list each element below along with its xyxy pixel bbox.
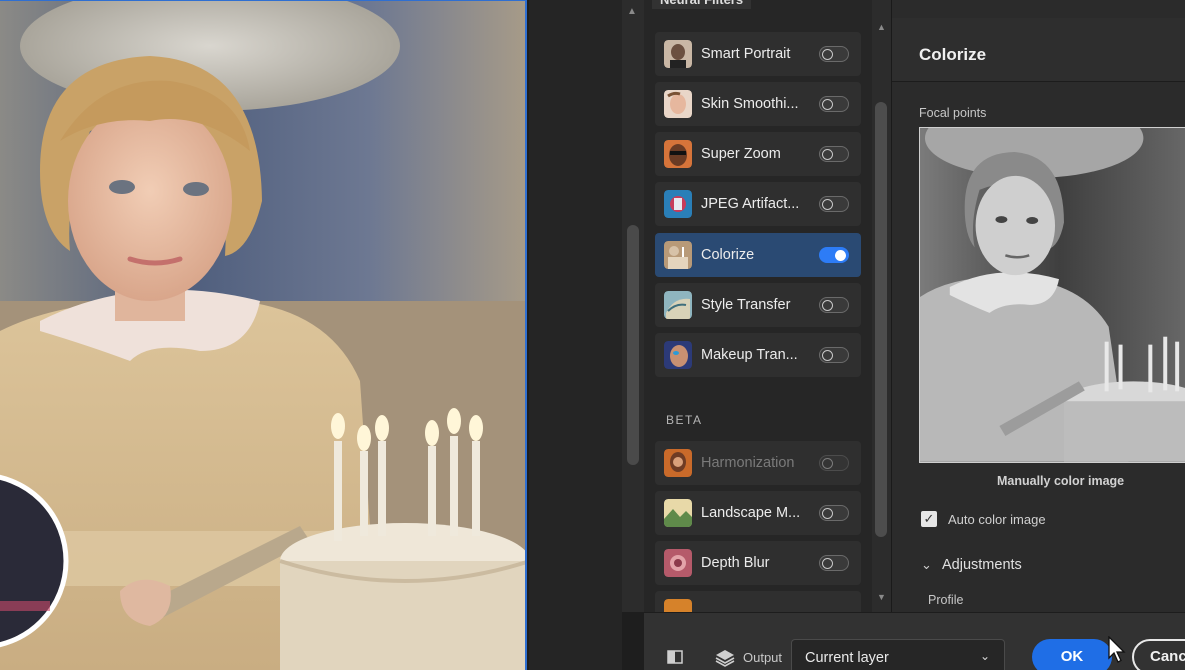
portrait-thumb-icon <box>664 40 692 68</box>
cancel-button[interactable]: Canc <box>1132 639 1185 670</box>
filter-toggle[interactable] <box>819 555 849 571</box>
auto-color-label[interactable]: Auto color image <box>948 512 1046 527</box>
filter-toggle[interactable] <box>819 196 849 212</box>
scroll-up-icon[interactable]: ▲ <box>877 22 886 32</box>
style-thumb-icon <box>664 291 692 319</box>
scroll-up-icon[interactable]: ▲ <box>627 6 637 17</box>
filter-item-colorize[interactable]: Colorize <box>655 233 861 277</box>
filter-toggle[interactable] <box>819 347 849 363</box>
filter-item-makeup-transfer[interactable]: Makeup Tran... <box>655 333 861 377</box>
manually-color-label[interactable]: Manually color image <box>997 474 1124 488</box>
depth-thumb-icon <box>664 549 692 577</box>
auto-color-checkbox[interactable]: ✓ <box>921 511 937 527</box>
skin-thumb-icon <box>664 90 692 118</box>
jpeg-thumb-icon <box>664 190 692 218</box>
colorize-thumb-icon <box>664 241 692 269</box>
scrollbar-thumb[interactable] <box>875 102 887 537</box>
focal-points-preview[interactable] <box>919 127 1185 463</box>
output-select-value: Current layer <box>805 650 889 666</box>
filter-item-style-transfer[interactable]: Style Transfer <box>655 283 861 327</box>
bottom-bar: Output Current layer ⌄ OK Canc <box>644 612 1185 670</box>
neural-filters-window: ▲ Smart Portrait Skin Smoothi... Super Z… <box>0 0 1185 670</box>
filter-item-partial[interactable] <box>655 591 861 612</box>
split-view-icon[interactable] <box>667 649 683 665</box>
chevron-down-icon[interactable]: ⌄ <box>921 557 932 573</box>
profile-label: Profile <box>928 593 964 607</box>
harmonization-thumb-icon <box>664 449 692 477</box>
partial-thumb-icon <box>664 599 692 612</box>
output-select[interactable]: Current layer ⌄ <box>791 639 1005 670</box>
filter-item-super-zoom[interactable]: Super Zoom <box>655 132 861 176</box>
filter-item-smart-portrait[interactable]: Smart Portrait <box>655 32 861 76</box>
filter-item-landscape-mixer[interactable]: Landscape M... <box>655 491 861 535</box>
filter-list: Smart Portrait Skin Smoothi... Super Zoo… <box>644 0 872 612</box>
filter-toggle[interactable] <box>819 46 849 62</box>
beta-heading: BETA <box>666 413 703 427</box>
output-label: Output <box>743 650 783 665</box>
focal-points-label: Focal points <box>919 106 987 120</box>
canvas-pasteboard <box>529 0 622 670</box>
layers-icon <box>715 650 735 667</box>
filter-label: Smart Portrait <box>701 46 791 62</box>
landscape-thumb-icon <box>664 499 692 527</box>
document-canvas[interactable] <box>0 0 527 670</box>
chevron-down-icon: ⌄ <box>979 649 990 663</box>
canvas-vertical-scrollbar[interactable]: ▲ <box>622 0 644 612</box>
filter-list-scrollbar[interactable]: ▲ ▼ <box>872 0 891 612</box>
filter-label: Landscape M... <box>701 505 801 521</box>
filter-label: Colorize <box>701 247 755 263</box>
filter-label: Depth Blur <box>701 555 770 571</box>
filter-label: Style Transfer <box>701 297 791 313</box>
filter-toggle[interactable] <box>819 247 849 263</box>
filter-label: Skin Smoothi... <box>701 96 799 112</box>
filter-toggle[interactable] <box>819 146 849 162</box>
filter-label: JPEG Artifact... <box>701 196 800 212</box>
zoom-thumb-icon <box>664 140 692 168</box>
scroll-down-icon[interactable]: ▼ <box>877 592 886 602</box>
filter-item-harmonization[interactable]: Harmonization <box>655 441 861 485</box>
filter-item-jpeg-artifacts[interactable]: JPEG Artifact... <box>655 182 861 226</box>
mouse-cursor-icon <box>1108 636 1126 663</box>
filter-item-skin-smoothing[interactable]: Skin Smoothi... <box>655 82 861 126</box>
panel-title: Neural Filters <box>652 0 752 9</box>
filter-label: Makeup Tran... <box>701 347 798 363</box>
filter-label: Super Zoom <box>701 146 781 162</box>
filter-item-depth-blur[interactable]: Depth Blur <box>655 541 861 585</box>
filter-toggle[interactable] <box>819 505 849 521</box>
colorized-photo <box>0 1 525 670</box>
settings-title: Colorize <box>919 45 987 64</box>
filter-toggle[interactable] <box>819 455 849 471</box>
makeup-thumb-icon <box>664 341 692 369</box>
adjustments-section-toggle[interactable]: Adjustments <box>942 557 1022 573</box>
filter-toggle[interactable] <box>819 96 849 112</box>
filter-toggle[interactable] <box>819 297 849 313</box>
ok-button[interactable]: OK <box>1032 639 1112 670</box>
filter-label: Harmonization <box>701 455 795 471</box>
filter-settings-panel: Colorize Focal points Manually color ima… <box>891 0 1185 612</box>
scrollbar-thumb[interactable] <box>627 225 639 465</box>
settings-header: Colorize <box>892 18 1185 82</box>
